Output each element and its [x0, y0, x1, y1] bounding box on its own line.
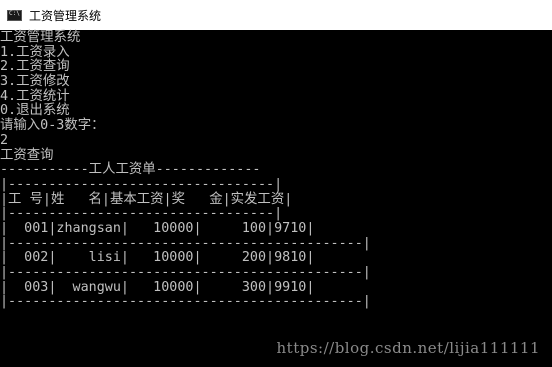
console-line-menu-modify: 3.工资修改 [0, 74, 70, 90]
console-line-menu-entry: 1.工资录入 [0, 44, 70, 60]
console-line-table-border: |---------------------------------------… [0, 235, 371, 251]
console-line-section-title: 工资查询 [0, 147, 54, 163]
console-line-prompt: 请输入0-3数字： [0, 118, 105, 134]
console-line-menu-exit: 0.退出系统 [0, 103, 70, 119]
console-line-table-row: | 003| wangwu| 10000| 300|9910| [0, 279, 315, 295]
console-line-table-border: |---------------------------------| [0, 176, 283, 192]
console-line-table-border: |---------------------------------------… [0, 265, 371, 280]
title-bar[interactable]: 工资管理系统 [0, 0, 552, 30]
console-line-menu-title: 工资管理系统 [0, 30, 81, 45]
console-app-icon [7, 9, 22, 21]
console-line-menu-stats: 4.工资统计 [0, 88, 70, 104]
console-output[interactable]: 工资管理系统 1.工资录入 2.工资查询 3.工资修改 4.工资统计 0.退出系… [0, 30, 552, 367]
console-line-table-border: |---------------------------------------… [0, 294, 371, 310]
console-line-table-row: | 001|zhangsan| 10000| 100|9710| [0, 220, 315, 236]
console-line-user-input: 2 [0, 132, 9, 148]
watermark-url: https://blog.csdn.net/lijia111111 [276, 339, 540, 357]
window-title: 工资管理系统 [29, 8, 102, 23]
console-window: 工资管理系统 工资管理系统 1.工资录入 2.工资查询 3.工资修改 4.工资统… [0, 0, 552, 367]
console-line-table-title: -----------工人工资单------------- [0, 162, 261, 178]
console-line-table-row: | 002| lisi| 10000| 200|9810| [0, 250, 315, 266]
console-line-table-header: |工 号|姓 名|基本工资|奖 金|实发工资| [0, 191, 293, 207]
console-line-table-border: |---------------------------------| [0, 206, 283, 222]
console-line-menu-query: 2.工资查询 [0, 59, 70, 75]
